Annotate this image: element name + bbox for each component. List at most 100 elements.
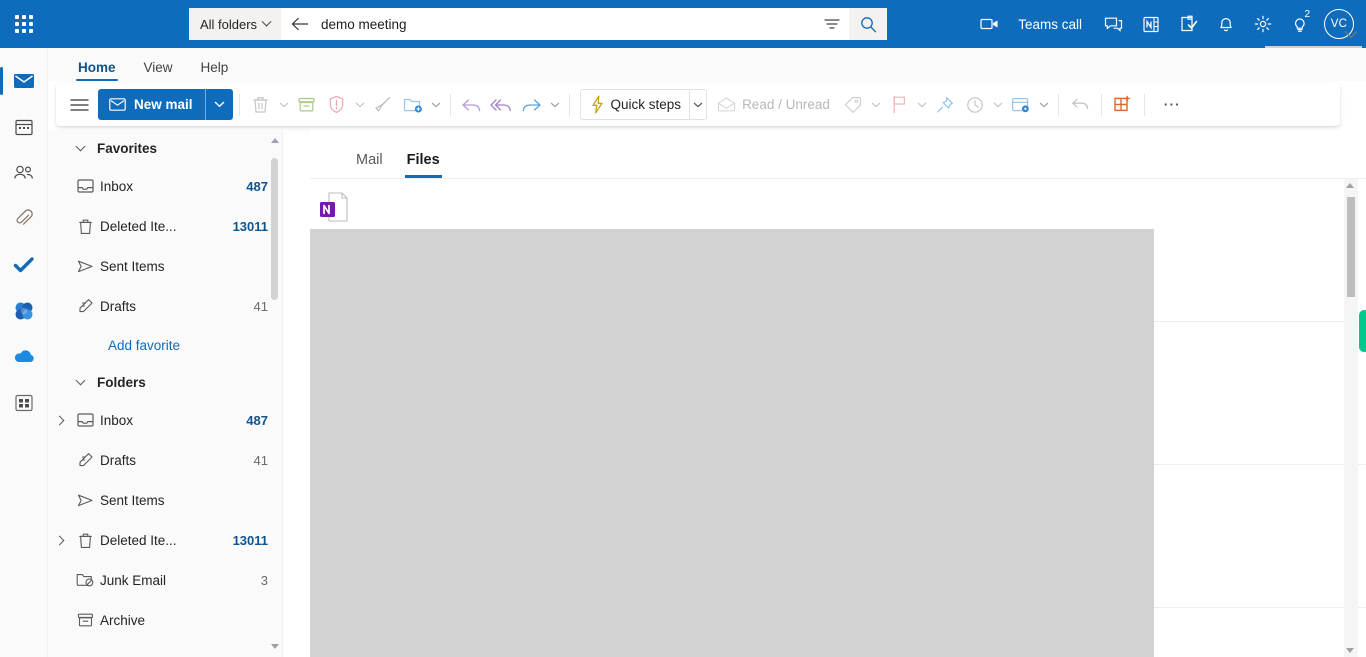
quick-steps-button[interactable]: Quick steps: [581, 89, 690, 120]
quick-steps-dropdown[interactable]: [690, 89, 706, 120]
content-scrollbar[interactable]: [1344, 179, 1358, 657]
meet-now-button[interactable]: [970, 0, 1010, 48]
sidebar-item-label: Inbox: [100, 412, 134, 428]
sidebar-item-folder-drafts[interactable]: Drafts 41: [48, 440, 282, 480]
expand-chevron-icon[interactable]: [48, 415, 70, 425]
chat-button[interactable]: [1094, 0, 1133, 48]
scroll-up-arrow-icon[interactable]: [271, 138, 279, 143]
sidebar-item-folder-sent[interactable]: Sent Items: [48, 480, 282, 520]
move-to-dropdown[interactable]: [428, 89, 444, 120]
teams-call-button[interactable]: Teams call: [1010, 0, 1094, 48]
content-scroll-thumb[interactable]: [1347, 197, 1355, 297]
favorites-header[interactable]: Favorites: [48, 130, 282, 166]
search-input[interactable]: [319, 8, 815, 40]
sidebar-item-fav-drafts[interactable]: Drafts 41: [48, 286, 282, 326]
settings-button[interactable]: [1244, 0, 1282, 48]
sidebar-item-folder-archive[interactable]: Archive: [48, 600, 282, 640]
flag-dropdown[interactable]: [914, 89, 930, 120]
sidebar-item-folder-inbox[interactable]: Inbox 487: [48, 400, 282, 440]
folders-title: Folders: [97, 374, 146, 390]
archive-button[interactable]: [292, 89, 322, 120]
sidebar-scrollbar[interactable]: [268, 130, 282, 657]
to-do-button[interactable]: [1170, 0, 1208, 48]
app-launcher-icon[interactable]: [0, 0, 48, 48]
rail-item-calendar[interactable]: [0, 104, 48, 150]
tab-mail[interactable]: Mail: [344, 152, 395, 178]
flag-button[interactable]: [884, 89, 914, 120]
add-favorite-link[interactable]: Add favorite: [48, 326, 282, 364]
tab-files[interactable]: Files: [395, 152, 452, 178]
pin-button[interactable]: [930, 89, 960, 120]
forward-dropdown[interactable]: [547, 89, 563, 120]
onenote-file-icon: [318, 190, 350, 224]
search-scope-dropdown[interactable]: All folders: [189, 8, 281, 40]
quick-steps-label: Quick steps: [610, 97, 682, 112]
snooze-button[interactable]: [960, 89, 990, 120]
rail-item-to-do[interactable]: [0, 242, 48, 288]
sidebar-item-count: 487: [246, 178, 268, 194]
rail-item-loop[interactable]: [0, 288, 48, 334]
sidebar-item-count: 13011: [232, 532, 268, 548]
undo-button[interactable]: [1065, 89, 1095, 120]
categorize-dropdown[interactable]: [868, 89, 884, 120]
sidebar-item-folder-deleted[interactable]: Deleted Ite... 13011: [48, 520, 282, 560]
onenote-button[interactable]: [1133, 0, 1170, 48]
rail-item-mail[interactable]: [0, 58, 48, 104]
delete-dropdown[interactable]: [276, 89, 292, 120]
read-unread-button[interactable]: Read / Unread: [717, 89, 838, 120]
forward-button[interactable]: [517, 89, 547, 120]
content-placeholder-overlay: [310, 229, 1154, 657]
sweep-button[interactable]: [368, 89, 398, 120]
help-tips-button[interactable]: 2: [1282, 0, 1318, 48]
sidebar-item-folder-junk[interactable]: Junk Email 3: [48, 560, 282, 600]
sidebar-scroll-thumb[interactable]: [271, 158, 278, 300]
search-filter-icon[interactable]: [815, 8, 849, 40]
reply-button[interactable]: [457, 89, 487, 120]
tab-help[interactable]: Help: [187, 60, 243, 81]
rail-item-more-apps[interactable]: [0, 380, 48, 426]
move-to-button[interactable]: [398, 89, 428, 120]
search-submit-button[interactable]: [849, 8, 887, 40]
new-mail-main[interactable]: New mail: [98, 89, 205, 120]
rules-icon: [1011, 97, 1029, 112]
rail-item-people[interactable]: [0, 150, 48, 196]
tab-home[interactable]: Home: [64, 60, 130, 81]
bell-icon: [1220, 17, 1232, 32]
rules-dropdown[interactable]: [1036, 89, 1052, 120]
sidebar-item-label: Inbox: [100, 178, 134, 194]
folders-header[interactable]: Folders: [48, 364, 282, 400]
new-mail-button[interactable]: New mail: [98, 89, 233, 120]
snooze-dropdown[interactable]: [990, 89, 1006, 120]
scroll-up-arrow-icon[interactable]: [1346, 183, 1354, 188]
rules-button[interactable]: [1006, 89, 1036, 120]
delete-button[interactable]: [246, 89, 276, 120]
report-junk-button[interactable]: [322, 89, 352, 120]
rail-item-onedrive[interactable]: [0, 334, 48, 380]
reply-all-button[interactable]: [487, 89, 517, 120]
sidebar-item-label: Deleted Ite...: [100, 532, 177, 548]
categorize-button[interactable]: [838, 89, 868, 120]
tab-view[interactable]: View: [130, 60, 187, 81]
add-ins-button[interactable]: [1108, 89, 1138, 120]
inbox-icon: [70, 412, 100, 428]
rail-item-attachments[interactable]: [0, 196, 48, 242]
ribbon-collapse-chevron[interactable]: [1344, 26, 1358, 40]
scroll-down-arrow-icon[interactable]: [1346, 648, 1354, 653]
chevron-down-icon: [693, 102, 703, 107]
report-dropdown[interactable]: [352, 89, 368, 120]
new-mail-dropdown[interactable]: [206, 89, 233, 120]
sidebar-item-fav-sent[interactable]: Sent Items: [48, 246, 282, 286]
waffle-grid: [15, 15, 33, 33]
notifications-button[interactable]: [1208, 0, 1244, 48]
edge-accent-indicator[interactable]: [1359, 310, 1366, 352]
scroll-down-arrow-icon[interactable]: [271, 644, 279, 649]
sidebar-item-fav-inbox[interactable]: Inbox 487: [48, 166, 282, 206]
ribbon-overflow-button[interactable]: ⋯: [1151, 89, 1193, 120]
sidebar-item-fav-deleted[interactable]: Deleted Ite... 13011: [48, 206, 282, 246]
search-back-button[interactable]: [281, 8, 319, 40]
delete-icon: [253, 97, 268, 113]
quick-steps-group[interactable]: Quick steps: [579, 89, 708, 120]
ribbon-menu-button[interactable]: [64, 89, 94, 120]
expand-chevron-icon[interactable]: [48, 535, 70, 545]
ribbon-divider: [1143, 93, 1145, 116]
